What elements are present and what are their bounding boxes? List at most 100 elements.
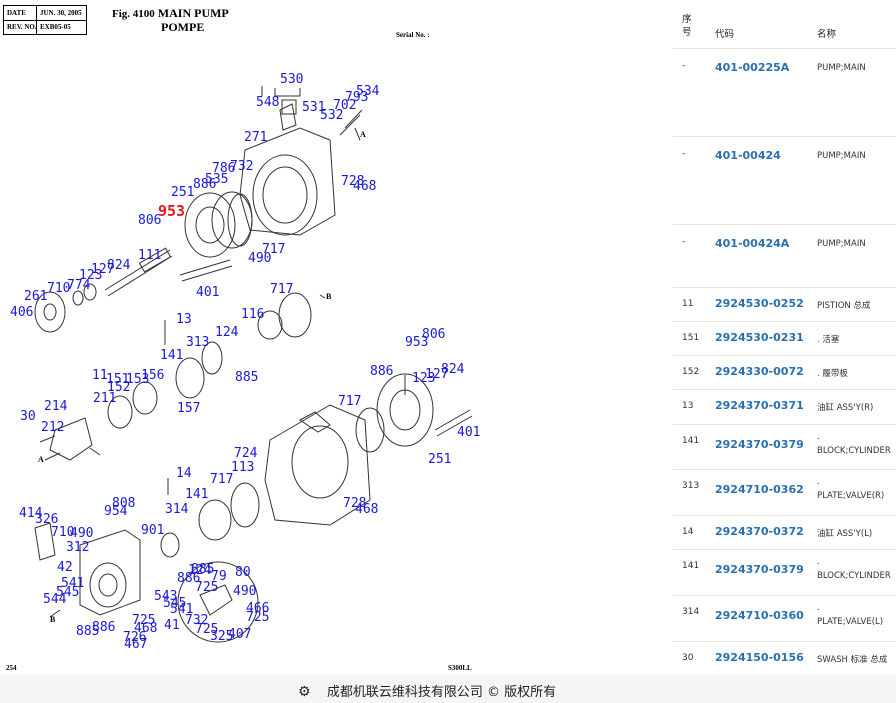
table-header: 序 号 代码 名称 (673, 0, 896, 49)
part-callout[interactable]: 30 (20, 410, 36, 423)
part-callout[interactable]: 314 (165, 503, 188, 516)
part-callout[interactable]: 710 (47, 282, 70, 295)
part-callout[interactable]: 548 (256, 96, 279, 109)
part-callout[interactable]: 141 (185, 488, 208, 501)
part-code-link[interactable]: 401-00424 (715, 149, 781, 162)
part-callout[interactable]: 123 (412, 372, 435, 385)
part-code-link[interactable]: 2924370-0379 (715, 438, 804, 451)
part-code-link[interactable]: 2924370-0379 (715, 563, 804, 576)
table-row[interactable]: 13 2924370-0371 油缸 ASS'Y(R) (673, 389, 896, 425)
date-value: JUN. 30, 2005 (40, 9, 82, 17)
row-seq: 30 (682, 653, 694, 663)
part-name: PISTION 总成 (817, 301, 871, 311)
part-callout[interactable]: 954 (104, 505, 127, 518)
table-row[interactable]: 314 2924710-0360 . PLATE;VALVE(L) (673, 595, 896, 642)
part-callout[interactable]: 717 (210, 473, 233, 486)
row-seq: 151 (682, 333, 700, 343)
row-seq: - (682, 149, 686, 159)
part-callout[interactable]: 14 (176, 467, 192, 480)
part-callout[interactable]: 490 (70, 527, 93, 540)
table-row[interactable]: 141 2924370-0379 . BLOCK;CYLINDER (673, 424, 896, 470)
table-row[interactable]: 30 2924150-0156 SWASH 标准 总成 (673, 641, 896, 675)
part-callout[interactable]: 726 (123, 631, 146, 644)
row-seq: 141 (682, 436, 700, 446)
part-callout[interactable]: 901 (141, 524, 164, 537)
part-callout[interactable]: 885 (191, 563, 214, 576)
section-label-a: A (360, 130, 366, 139)
row-seq: 152 (682, 367, 700, 377)
table-row[interactable]: - 401-00424 PUMP;MAIN (673, 136, 896, 225)
part-callout[interactable]: 886 (370, 365, 393, 378)
part-callout[interactable]: 717 (338, 395, 361, 408)
table-row[interactable]: 313 2924710-0362 . PLATE;VALVE(R) (673, 469, 896, 516)
part-callout[interactable]: 534 (356, 85, 379, 98)
part-code-link[interactable]: 2924370-0372 (715, 525, 804, 538)
part-callout[interactable]: 42 (57, 561, 73, 574)
part-code-link[interactable]: 2924530-0252 (715, 297, 804, 310)
part-callout[interactable]: 490 (248, 252, 271, 265)
footer-bar: ⚙ 成都机联云维科技有限公司 © 版权所有 (0, 675, 896, 703)
table-row[interactable]: 152 2924330-0072 . 履带板 (673, 355, 896, 390)
part-callout[interactable]: 724 (234, 447, 257, 460)
part-callout[interactable]: 124 (215, 326, 238, 339)
table-row[interactable]: 14 2924370-0372 油缸 ASS'Y(L) (673, 515, 896, 550)
part-callout[interactable]: 113 (231, 461, 254, 474)
part-code-link[interactable]: 2924530-0231 (715, 331, 804, 344)
part-code-link[interactable]: 2924330-0072 (715, 365, 804, 378)
part-callout[interactable]: 13 (176, 313, 192, 326)
part-callout[interactable]: 725 (195, 581, 218, 594)
part-callout[interactable]: 530 (280, 73, 303, 86)
part-callout[interactable]: 885 (235, 371, 258, 384)
part-callout[interactable]: 157 (177, 402, 200, 415)
rev-value: EXB05-05 (40, 23, 71, 31)
part-callout[interactable]: 532 (320, 109, 343, 122)
part-code-link[interactable]: 2924150-0156 (715, 651, 804, 664)
part-callout[interactable]: 211 (93, 392, 116, 405)
part-callout[interactable]: 774 (67, 279, 90, 292)
part-code-link[interactable]: 401-00424A (715, 237, 789, 250)
part-callout[interactable]: 312 (66, 541, 89, 554)
part-callout[interactable]: 406 (10, 306, 33, 319)
part-callout[interactable]: 80 (235, 566, 251, 579)
part-callout[interactable]: 953 (405, 336, 428, 349)
part-callout[interactable]: 116 (241, 308, 264, 321)
revision-box: DATE JUN. 30, 2005 REV. NO. EXB05-05 (3, 5, 87, 35)
part-callout[interactable]: 886 (193, 178, 216, 191)
part-callout[interactable]: 806 (138, 214, 161, 227)
part-callout[interactable]: 141 (160, 349, 183, 362)
part-callout[interactable]: 544 (43, 593, 66, 606)
table-row[interactable]: - 401-00424A PUMP;MAIN (673, 224, 896, 288)
part-code-link[interactable]: 2924710-0360 (715, 609, 804, 622)
part-name: . 活塞 (817, 335, 840, 345)
row-seq: 313 (682, 481, 700, 491)
table-row[interactable]: 141 2924370-0379 . BLOCK;CYLINDER (673, 549, 896, 596)
part-callout[interactable]: 717 (270, 283, 293, 296)
highlighted-callout[interactable]: 953 (158, 204, 185, 219)
table-row[interactable]: - 401-00225A PUMP;MAIN (673, 48, 896, 137)
figure-title: Fig. 4100 MAIN PUMP POMPE (112, 7, 229, 34)
part-callout[interactable]: 401 (457, 426, 480, 439)
part-callout[interactable]: 468 (355, 503, 378, 516)
part-code-link[interactable]: 401-00225A (715, 61, 789, 74)
part-callout[interactable]: 468 (353, 180, 376, 193)
part-callout[interactable]: 251 (428, 453, 451, 466)
part-code-link[interactable]: 2924370-0371 (715, 399, 804, 412)
table-row[interactable]: 11 2924530-0252 PISTION 总成 (673, 287, 896, 322)
part-callout[interactable]: 156 (141, 369, 164, 382)
part-callout[interactable]: 886 (92, 621, 115, 634)
part-callout[interactable]: 251 (171, 186, 194, 199)
part-callout[interactable]: 401 (196, 286, 219, 299)
section-label-a: A (38, 455, 44, 464)
part-callout[interactable]: 212 (41, 421, 64, 434)
part-callout[interactable]: 111 (138, 249, 161, 262)
part-callout[interactable]: 271 (244, 131, 267, 144)
part-callout[interactable]: 490 (233, 585, 256, 598)
part-callout[interactable]: 214 (44, 400, 67, 413)
part-code-link[interactable]: 2924710-0362 (715, 483, 804, 496)
part-callout[interactable]: 261 (24, 290, 47, 303)
part-callout[interactable]: 313 (186, 336, 209, 349)
table-row[interactable]: 151 2924530-0231 . 活塞 (673, 321, 896, 356)
part-callout[interactable]: 41 (164, 619, 180, 632)
part-callout[interactable]: 407 (228, 628, 251, 641)
part-callout[interactable]: 725 (246, 611, 269, 624)
